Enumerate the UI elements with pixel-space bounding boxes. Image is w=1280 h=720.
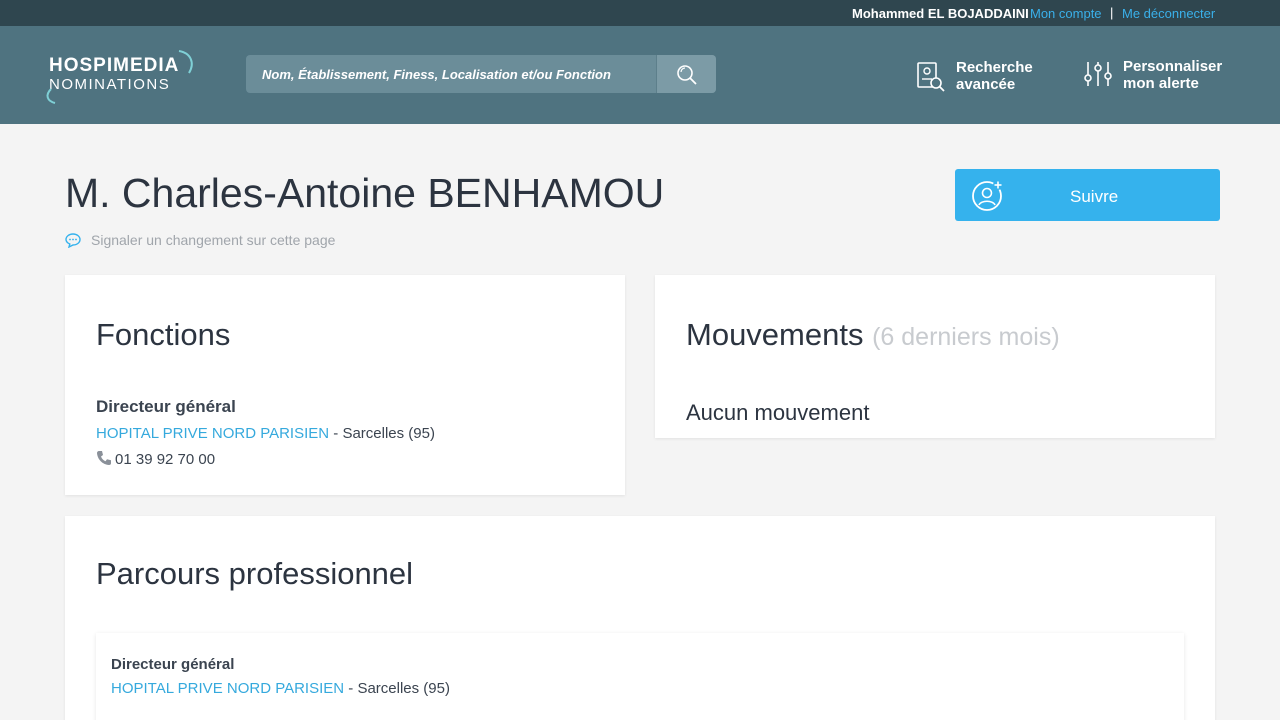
movements-title: Mouvements [686,317,864,352]
user-bar: Mohammed EL BOJADDAINI Mon compte | Me d… [0,0,1280,26]
career-item-org-link[interactable]: HOPITAL PRIVE NORD PARISIEN [111,680,344,697]
career-card: Parcours professionnel Directeur général… [65,516,1215,720]
account-link[interactable]: Mon compte [1030,6,1102,21]
phone-icon [97,451,111,465]
customize-alert-label-1: Personnaliser [1123,58,1223,75]
add-user-icon [972,180,1003,211]
search-input[interactable]: Nom, Établissement, Finess, Localisation… [262,67,611,82]
report-change-label: Signaler un changement sur cette page [91,232,336,248]
follow-label: Suivre [1070,187,1119,206]
logo[interactable]: HOSPIMEDIA NOMINATIONS [46,50,193,104]
functions-title: Fonctions [96,317,231,352]
career-item-role: Directeur général [111,656,235,673]
career-title: Parcours professionnel [96,556,414,591]
search-icon [677,65,697,85]
search-bar: Nom, Établissement, Finess, Localisation… [246,55,716,93]
movements-title-line: Mouvements (6 derniers mois) [686,317,1060,353]
function-phone-line: 01 39 92 70 00 [96,450,215,468]
function-role: Directeur général [96,397,236,416]
advanced-search-label-1: Recherche [956,59,1033,76]
sliders-icon [1084,62,1112,86]
career-item-location: - Sarcelles (95) [344,680,450,697]
function-org-line: HOPITAL PRIVE NORD PARISIEN - Sarcelles … [96,425,435,442]
functions-card: Fonctions Directeur général HOPITAL PRIV… [65,275,625,495]
logo-swoosh-icon [46,50,193,104]
advanced-search-link[interactable]: Recherche avancée [917,59,1033,93]
function-phone: 01 39 92 70 00 [115,451,216,468]
logout-link[interactable]: Me déconnecter [1122,6,1215,21]
user-name: Mohammed EL BOJADDAINI [852,6,1029,21]
customize-alert-link[interactable]: Personnaliser mon alerte [1084,58,1223,92]
header: HOSPIMEDIA NOMINATIONS Nom, Établissemen… [0,26,1280,124]
follow-button[interactable]: Suivre [955,169,1220,221]
chat-bubble-icon [65,233,81,248]
function-location: - Sarcelles (95) [329,425,435,442]
movements-empty: Aucun mouvement [686,400,870,425]
search-button[interactable] [656,55,716,93]
advanced-search-label-2: avancée [956,76,1016,93]
function-org-link[interactable]: HOPITAL PRIVE NORD PARISIEN [96,425,329,442]
movements-subtitle: (6 derniers mois) [872,323,1060,351]
separator: | [1110,5,1114,20]
customize-alert-label-2: mon alerte [1123,75,1199,92]
career-item: Directeur général HOPITAL PRIVE NORD PAR… [96,633,1184,720]
movements-card: Mouvements (6 derniers mois) Aucun mouve… [655,275,1215,438]
report-change-link[interactable]: Signaler un changement sur cette page [65,232,335,248]
advanced-search-icon [917,62,945,92]
career-item-org-line: HOPITAL PRIVE NORD PARISIEN - Sarcelles … [111,680,450,697]
page-title: M. Charles-Antoine BENHAMOU [65,170,665,216]
